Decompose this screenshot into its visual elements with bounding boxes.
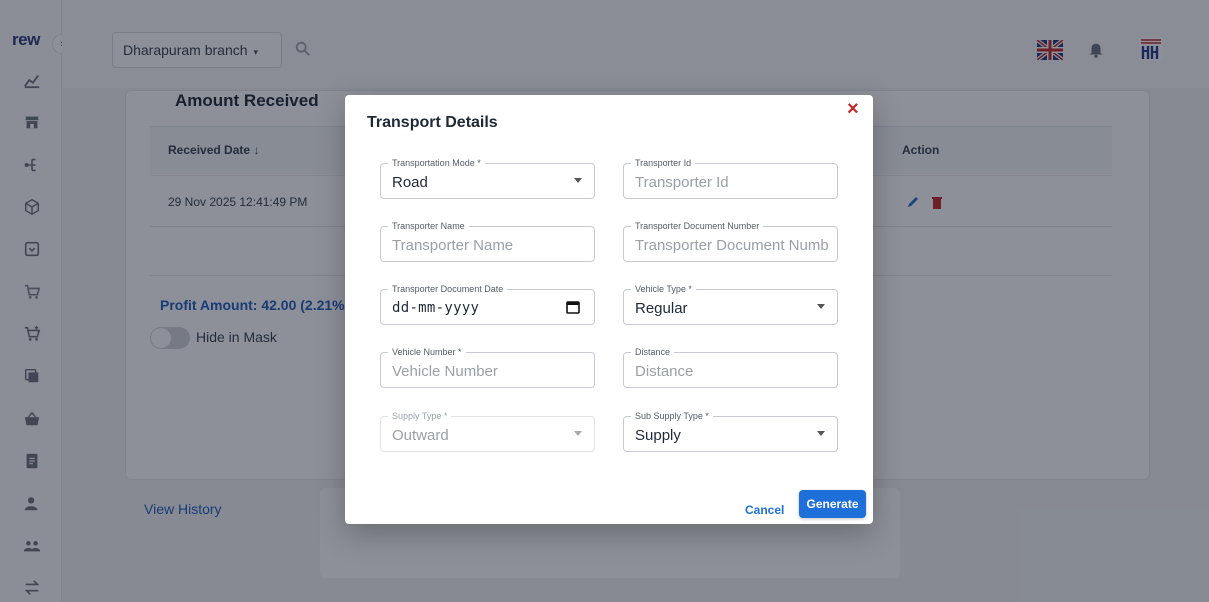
transporter-name-input[interactable] bbox=[392, 237, 592, 254]
generate-button[interactable]: Generate bbox=[799, 490, 866, 518]
transport-details-dialog: Transport Details × Transportation Mode … bbox=[345, 95, 873, 524]
dialog-title: Transport Details bbox=[367, 114, 498, 131]
field-label: Transporter Document Date bbox=[388, 282, 508, 296]
vehicle-number-input[interactable] bbox=[392, 363, 592, 380]
transporter-id-field[interactable]: Transporter Id bbox=[623, 156, 838, 199]
field-label: Vehicle Type * bbox=[631, 282, 696, 296]
field-label: Sub Supply Type * bbox=[631, 409, 713, 423]
cancel-button[interactable]: Cancel bbox=[737, 499, 792, 523]
transporter-id-input[interactable] bbox=[635, 174, 835, 191]
field-value: Supply bbox=[635, 427, 681, 444]
field-value: Road bbox=[392, 174, 428, 191]
field-label: Distance bbox=[631, 345, 675, 359]
close-icon[interactable]: × bbox=[847, 99, 859, 119]
field-label: Transporter Document Number bbox=[631, 219, 764, 233]
transporter-doc-date-field[interactable]: Transporter Document Date dd-mm-yyyy bbox=[380, 282, 595, 325]
field-value: Regular bbox=[635, 300, 688, 317]
vehicle-type-select[interactable]: Vehicle Type * Regular bbox=[623, 282, 838, 325]
chevron-down-icon bbox=[574, 178, 582, 183]
distance-input[interactable] bbox=[635, 363, 835, 380]
chevron-down-icon bbox=[817, 431, 825, 436]
transportation-mode-select[interactable]: Transportation Mode * Road bbox=[380, 156, 595, 199]
field-value: dd-mm-yyyy bbox=[392, 300, 480, 316]
chevron-down-icon bbox=[574, 431, 582, 436]
calendar-icon[interactable] bbox=[566, 300, 580, 314]
field-label: Vehicle Number * bbox=[388, 345, 466, 359]
transporter-doc-number-field[interactable]: Transporter Document Number bbox=[623, 219, 838, 262]
field-label: Transporter Name bbox=[388, 219, 469, 233]
supply-type-select: Supply Type * Outward bbox=[380, 409, 595, 452]
vehicle-number-field[interactable]: Vehicle Number * bbox=[380, 345, 595, 388]
field-label: Transporter Id bbox=[631, 156, 696, 170]
transporter-name-field[interactable]: Transporter Name bbox=[380, 219, 595, 262]
distance-field[interactable]: Distance bbox=[623, 345, 838, 388]
field-value: Outward bbox=[392, 427, 449, 444]
field-label: Supply Type * bbox=[388, 409, 452, 423]
sub-supply-type-select[interactable]: Sub Supply Type * Supply bbox=[623, 409, 838, 452]
transporter-doc-number-input[interactable] bbox=[635, 237, 835, 254]
chevron-down-icon bbox=[817, 304, 825, 309]
field-label: Transportation Mode * bbox=[388, 156, 485, 170]
